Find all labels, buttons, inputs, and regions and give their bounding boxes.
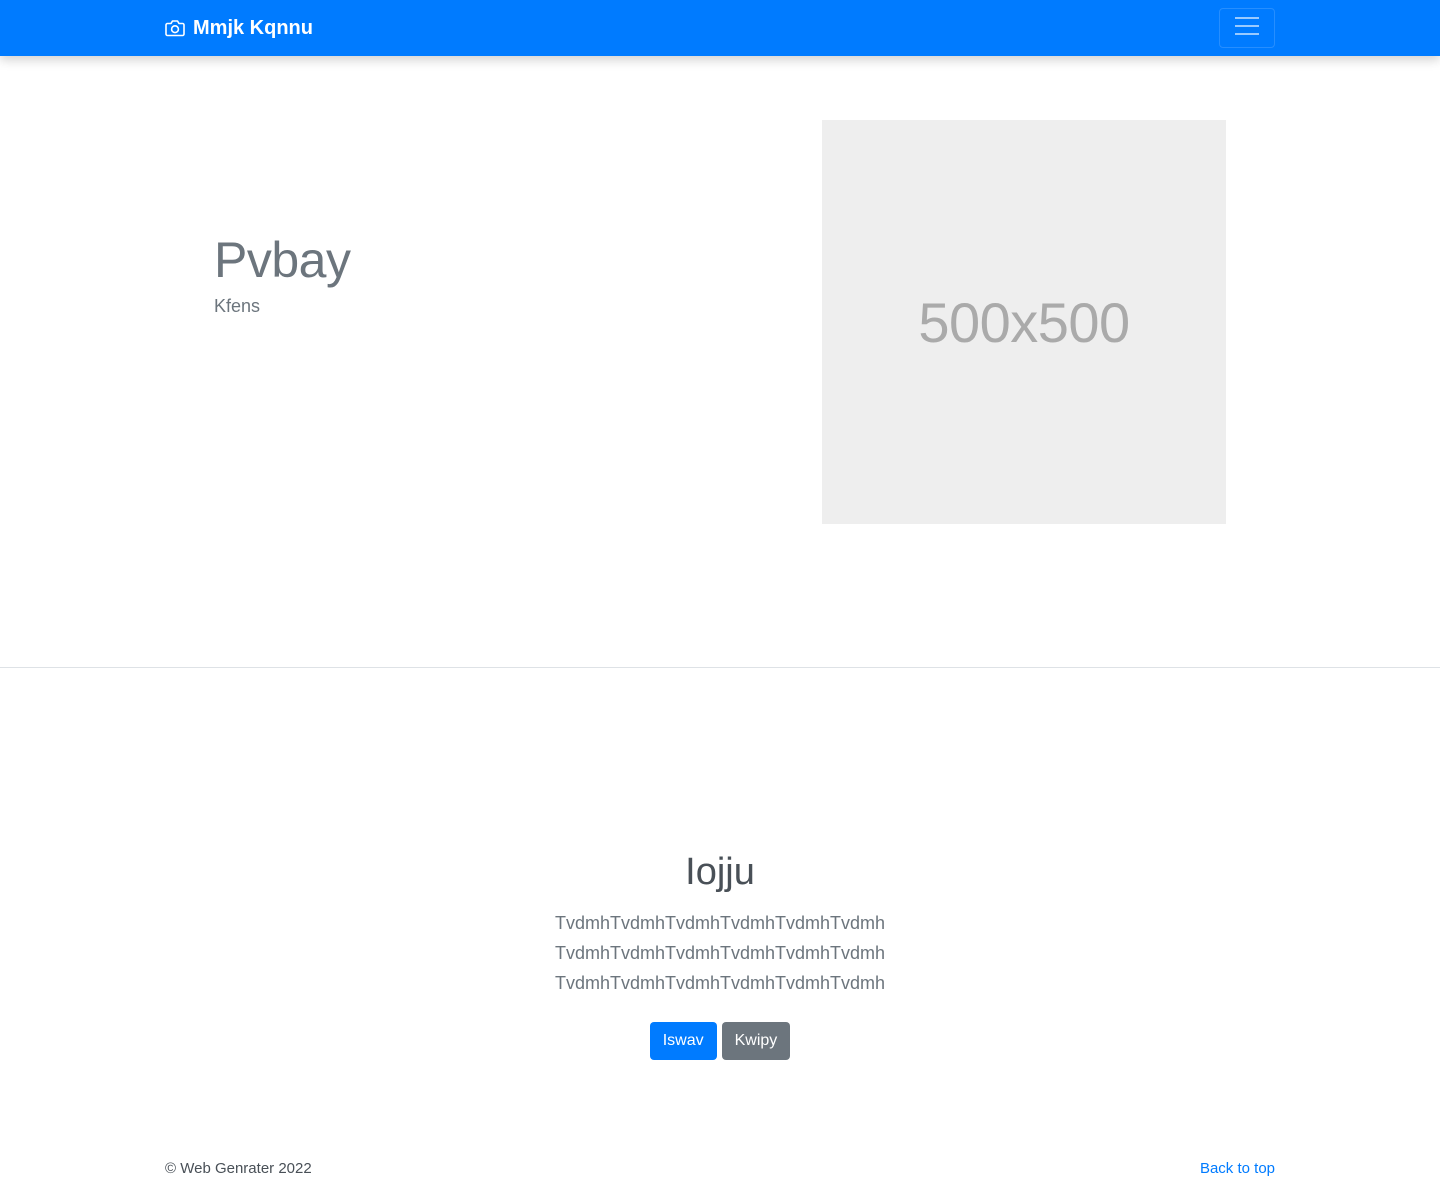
footer-copyright: © Web Genrater 2022: [165, 1160, 312, 1177]
brand-name: Mmjk Kqnnu: [193, 16, 313, 39]
section-divider: [0, 667, 1440, 668]
hero-text: Pvbay Kfens: [214, 231, 351, 317]
hero-subtitle: Kfens: [214, 296, 261, 316]
camera-icon: [165, 19, 185, 37]
brand-link[interactable]: Mmjk Kqnnu: [165, 16, 313, 40]
hero-image-placeholder: 500x500: [822, 120, 1226, 524]
placeholder-size-label: 500x500: [918, 290, 1130, 354]
hero-title: Pvbay: [214, 232, 351, 288]
navbar: Mmjk Kqnnu: [0, 0, 1440, 56]
back-to-top-link[interactable]: Back to top: [1200, 1160, 1275, 1177]
navbar-toggler-button[interactable]: [1219, 8, 1275, 48]
hamburger-menu-icon: [1232, 15, 1262, 42]
section-title: Iojju: [685, 851, 755, 893]
secondary-button[interactable]: Kwipy: [721, 1022, 791, 1060]
primary-button[interactable]: Iswav: [649, 1022, 717, 1060]
section-body: TvdmhTvdmhTvdmhTvdmhTvdmhTvdmhTvdmhTvdmh…: [554, 913, 886, 993]
content-section: Iojju TvdmhTvdmhTvdmhTvdmhTvdmhTvdmhTvdm…: [0, 850, 1440, 1060]
button-group: Iswav Kwipy: [0, 1022, 1440, 1060]
